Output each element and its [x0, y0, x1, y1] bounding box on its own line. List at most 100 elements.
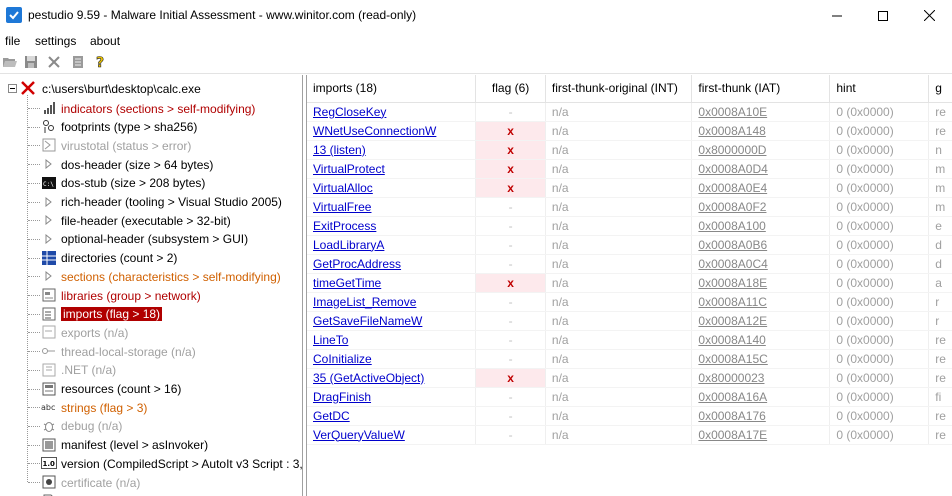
import-iat[interactable]: 0x0008A12E	[691, 311, 831, 331]
import-name[interactable]: VirtualAlloc	[307, 178, 477, 198]
import-iat[interactable]: 0x0008A140	[691, 330, 831, 350]
import-iat[interactable]: 0x0008A18E	[691, 273, 831, 293]
import-name[interactable]: LineTo	[307, 330, 477, 350]
import-iat[interactable]: 0x0008A10E	[691, 102, 831, 122]
import-name[interactable]: 13 (listen)	[307, 140, 477, 160]
menu-about[interactable]: about	[90, 34, 120, 48]
import-name[interactable]: 35 (GetActiveObject)	[307, 368, 477, 388]
header-hint[interactable]: hint	[829, 75, 930, 103]
tree-item[interactable]: thread-local-storage (n/a)	[0, 342, 300, 361]
table-row[interactable]: GetProcAddress - n/a 0x0008A0C4 0 (0x0000) d	[307, 254, 952, 274]
menu-file[interactable]: file	[5, 34, 20, 48]
table-row[interactable]: VirtualAlloc x n/a 0x0008A0E4 0 (0x0000) m	[307, 178, 952, 198]
tree-item[interactable]: C:\ dos-stub (size > 208 bytes)	[0, 174, 300, 193]
menu-settings[interactable]: settings	[35, 34, 76, 48]
tree-item[interactable]: .NET (n/a)	[0, 361, 300, 380]
save-icon[interactable]	[23, 54, 39, 70]
table-row[interactable]: VerQueryValueW - n/a 0x0008A17E 0 (0x0000) re	[307, 425, 952, 445]
tree-pane[interactable]: c:\users\burt\desktop\calc.exe indicators…	[0, 75, 303, 496]
import-iat[interactable]: 0x0008A15C	[691, 349, 831, 369]
table-row[interactable]: CoInitialize - n/a 0x0008A15C 0 (0x0000) re	[307, 349, 952, 369]
tree-item[interactable]: imports (flag > 18)	[0, 305, 300, 324]
table-row[interactable]: timeGetTime x n/a 0x0008A18E 0 (0x0000) a	[307, 273, 952, 293]
table-row[interactable]: VirtualProtect x n/a 0x0008A0D4 0 (0x0000) m	[307, 159, 952, 179]
header-flag[interactable]: flag (6)	[475, 75, 546, 103]
import-name[interactable]: ImageList_Remove	[307, 292, 477, 312]
import-iat[interactable]: 0x8000000D	[691, 140, 831, 160]
import-hint: 0 (0x0000)	[829, 292, 930, 312]
table-row[interactable]: WNetUseConnectionW x n/a 0x0008A148 0 (0x000…	[307, 121, 952, 141]
table-row[interactable]: 13 (listen) x n/a 0x8000000D 0 (0x0000) n	[307, 140, 952, 160]
tree-item[interactable]: rich-header (tooling > Visual Studio 200…	[0, 193, 300, 212]
import-iat[interactable]: 0x0008A17E	[691, 425, 831, 445]
tree-item[interactable]: libraries (group > network)	[0, 286, 300, 305]
import-iat[interactable]: 0x0008A0B6	[691, 235, 831, 255]
tree-item[interactable]: file-header (executable > 32-bit)	[0, 211, 300, 230]
import-iat[interactable]: 0x0008A11C	[691, 292, 831, 312]
import-iat[interactable]: 0x0008A0E4	[691, 178, 831, 198]
tree-item[interactable]: resources (count > 16)	[0, 380, 300, 399]
import-name[interactable]: timeGetTime	[307, 273, 477, 293]
table-row[interactable]: ExitProcess - n/a 0x0008A100 0 (0x0000) e	[307, 216, 952, 236]
tree-item[interactable]: directories (count > 2)	[0, 249, 300, 268]
import-name[interactable]: GetProcAddress	[307, 254, 477, 274]
tree-item[interactable]: manifest (level > asInvoker)	[0, 436, 300, 455]
import-name[interactable]: VirtualFree	[307, 197, 477, 217]
tree-item[interactable]: exports (n/a)	[0, 323, 300, 342]
header-imports[interactable]: imports (18)	[307, 75, 477, 103]
collapse-icon[interactable]	[4, 80, 20, 96]
minimize-button[interactable]	[814, 0, 860, 31]
import-iat[interactable]: 0x0008A16A	[691, 387, 831, 407]
import-name[interactable]: RegCloseKey	[307, 102, 477, 122]
tree-item[interactable]: dos-header (size > 64 bytes)	[0, 155, 300, 174]
close-file-icon[interactable]	[46, 54, 62, 70]
import-name[interactable]: CoInitialize	[307, 349, 477, 369]
import-name[interactable]: VerQueryValueW	[307, 425, 477, 445]
import-iat[interactable]: 0x0008A176	[691, 406, 831, 426]
import-iat[interactable]: 0x80000023	[691, 368, 831, 388]
header-int[interactable]: first-thunk-original (INT)	[545, 75, 693, 103]
import-name[interactable]: WNetUseConnectionW	[307, 121, 477, 141]
import-iat[interactable]: 0x0008A100	[691, 216, 831, 236]
tree-item[interactable]: indicators (sections > self-modifying)	[0, 99, 300, 118]
tree-item[interactable]: overlay (signature > AutoIt)	[0, 492, 300, 496]
import-iat[interactable]: 0x0008A0D4	[691, 159, 831, 179]
import-name[interactable]: GetSaveFileNameW	[307, 311, 477, 331]
header-iat[interactable]: first-thunk (IAT)	[691, 75, 831, 103]
table-row[interactable]: GetDC - n/a 0x0008A176 0 (0x0000) re	[307, 406, 952, 426]
import-iat[interactable]: 0x0008A148	[691, 121, 831, 141]
table-row[interactable]: 35 (GetActiveObject) x n/a 0x80000023 0 (0x0…	[307, 368, 952, 388]
import-name[interactable]: DragFinish	[307, 387, 477, 407]
import-name[interactable]: VirtualProtect	[307, 159, 477, 179]
tree-item[interactable]: certificate (n/a)	[0, 473, 300, 492]
table-row[interactable]: RegCloseKey - n/a 0x0008A10E 0 (0x0000) re	[307, 102, 952, 122]
imports-table-pane[interactable]: imports (18) flag (6) first-thunk-origin…	[306, 75, 952, 496]
table-row[interactable]: LineTo - n/a 0x0008A140 0 (0x0000) re	[307, 330, 952, 350]
tree-root[interactable]: c:\users\burt\desktop\calc.exe	[0, 79, 300, 98]
import-name[interactable]: LoadLibraryA	[307, 235, 477, 255]
import-icon	[41, 306, 57, 322]
document-icon[interactable]	[70, 54, 86, 70]
maximize-button[interactable]	[860, 0, 906, 31]
close-button[interactable]	[906, 0, 952, 31]
import-iat[interactable]: 0x0008A0F2	[691, 197, 831, 217]
table-row[interactable]: LoadLibraryA - n/a 0x0008A0B6 0 (0x0000) d	[307, 235, 952, 255]
tree-item[interactable]: virustotal (status > error)	[0, 136, 300, 155]
tree-item[interactable]: sections (characteristics > self-modifyi…	[0, 267, 300, 286]
import-int: n/a	[545, 368, 693, 388]
tree-item[interactable]: abc strings (flag > 3)	[0, 398, 300, 417]
tree-item[interactable]: optional-header (subsystem > GUI)	[0, 230, 300, 249]
help-icon[interactable]: ?	[93, 54, 109, 70]
tree-item[interactable]: debug (n/a)	[0, 417, 300, 436]
table-row[interactable]: ImageList_Remove - n/a 0x0008A11C 0 (0x0000)…	[307, 292, 952, 312]
table-row[interactable]: GetSaveFileNameW - n/a 0x0008A12E 0 (0x0000)…	[307, 311, 952, 331]
tree-item[interactable]: footprints (type > sha256)	[0, 118, 300, 137]
table-row[interactable]: VirtualFree - n/a 0x0008A0F2 0 (0x0000) m	[307, 197, 952, 217]
header-g[interactable]: g	[928, 75, 952, 103]
import-iat[interactable]: 0x0008A0C4	[691, 254, 831, 274]
table-row[interactable]: DragFinish - n/a 0x0008A16A 0 (0x0000) fi	[307, 387, 952, 407]
tree-item[interactable]: 1.0 version (CompiledScript > AutoIt v3 S…	[0, 454, 302, 473]
import-name[interactable]: GetDC	[307, 406, 477, 426]
open-folder-icon[interactable]	[2, 54, 18, 70]
import-name[interactable]: ExitProcess	[307, 216, 477, 236]
